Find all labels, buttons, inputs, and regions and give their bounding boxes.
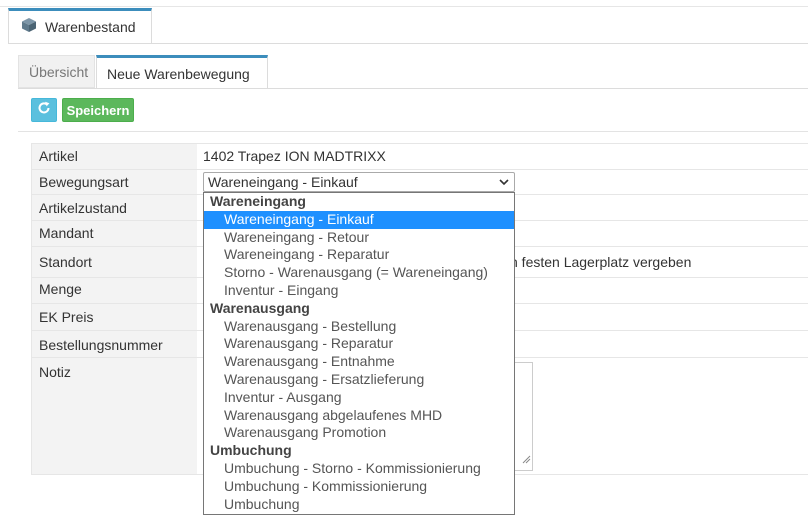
- standort-value: n festen Lagerplatz vergeben: [510, 254, 692, 270]
- refresh-icon: [37, 101, 51, 120]
- label-standort: Standort: [39, 254, 92, 270]
- artikel-value: 1402 Trapez ION MADTRIXX: [203, 148, 386, 164]
- save-button[interactable]: Speichern: [62, 98, 134, 122]
- bewegungsart-dropdown-list[interactable]: Wareneingang Wareneingang - Einkauf Warene…: [203, 192, 515, 515]
- tab-neue-warenbewegung-label: Neue Warenbewegung: [107, 65, 250, 82]
- dropdown-option[interactable]: Umbuchung - Storno - Kommissionierung: [204, 460, 514, 478]
- dropdown-option[interactable]: Umbuchung - Kommissionierung: [204, 478, 514, 496]
- dropdown-option[interactable]: Warenausgang - Reparatur: [204, 335, 514, 353]
- tab-warenbestand-label: Warenbestand: [45, 19, 136, 35]
- dropdown-option[interactable]: Wareneingang - Einkauf: [204, 210, 514, 229]
- tab-neue-warenbewegung[interactable]: Neue Warenbewegung: [96, 55, 268, 89]
- label-notiz: Notiz: [39, 364, 71, 380]
- label-ek-preis: EK Preis: [39, 309, 94, 325]
- label-bewegungsart: Bewegungsart: [39, 174, 129, 190]
- row-divider: [31, 169, 808, 170]
- refresh-button[interactable]: [31, 98, 57, 122]
- toolbar-divider: [18, 131, 808, 132]
- dropdown-option[interactable]: Storno - Warenausgang (= Wareneingang): [204, 264, 514, 282]
- resize-grip-icon[interactable]: [522, 451, 531, 469]
- dropdown-option[interactable]: Warenausgang abgelaufenes MHD: [204, 407, 514, 425]
- dropdown-option[interactable]: Umbuchung: [204, 496, 514, 514]
- dropdown-option[interactable]: Warenausgang - Bestellung: [204, 318, 514, 336]
- dropdown-option[interactable]: Warenausgang - Entnahme: [204, 353, 514, 371]
- dropdown-group-label: Warenausgang: [210, 299, 310, 316]
- top-border: [0, 6, 808, 7]
- chevron-down-icon: [498, 175, 510, 191]
- dropdown-group-label: Wareneingang: [210, 193, 306, 209]
- tab-uebersicht-label: Übersicht: [29, 63, 89, 80]
- dropdown-group-label: Umbuchung: [210, 442, 292, 459]
- label-artikel: Artikel: [39, 148, 78, 164]
- dropdown-option[interactable]: Inventur - Eingang: [204, 282, 514, 300]
- tab-uebersicht[interactable]: Übersicht: [18, 55, 95, 88]
- dropdown-option[interactable]: Warenausgang - Ersatzlieferung: [204, 371, 514, 389]
- row-divider: [31, 143, 808, 144]
- label-menge: Menge: [39, 281, 82, 297]
- tab-warenbestand[interactable]: Warenbestand: [8, 8, 152, 43]
- bewegungsart-select[interactable]: Wareneingang - Einkauf: [203, 172, 515, 192]
- label-artikelzustand: Artikelzustand: [39, 200, 127, 216]
- label-bestellungsnummer: Bestellungsnummer: [39, 337, 163, 353]
- bewegungsart-selected-value: Wareneingang - Einkauf: [208, 174, 358, 190]
- label-mandant: Mandant: [39, 225, 94, 241]
- dropdown-option[interactable]: Wareneingang - Retour: [204, 229, 514, 247]
- dropdown-option[interactable]: Wareneingang - Reparatur: [204, 246, 514, 264]
- tab-strip-border: [8, 43, 808, 44]
- dropdown-option[interactable]: Warenausgang Promotion: [204, 424, 514, 442]
- dropdown-option[interactable]: Inventur - Ausgang: [204, 389, 514, 407]
- subtab-border: [18, 88, 808, 89]
- cube-icon: [21, 17, 37, 38]
